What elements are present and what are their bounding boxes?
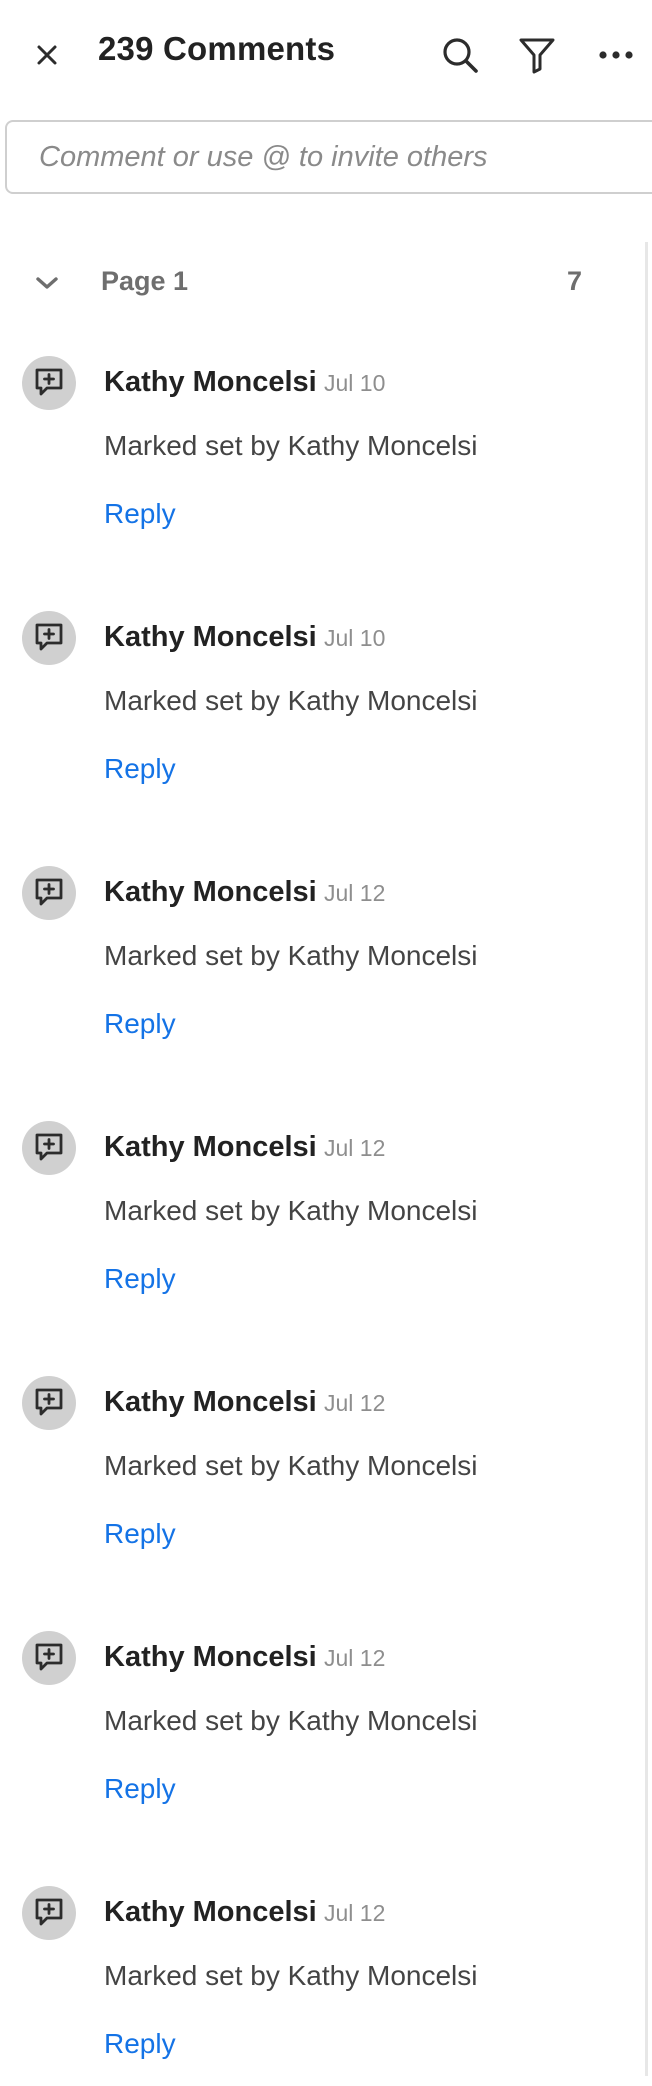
avatar [22,1631,76,1685]
filter-icon [519,38,555,74]
reply-link[interactable]: Reply [104,1263,176,1295]
comment-item[interactable]: Kathy Moncelsi Jul 12 Marked set by Kath… [0,1631,640,1831]
comment-author: Kathy Moncelsi [104,1131,317,1163]
comment-add-icon [35,1388,63,1416]
reply-link[interactable]: Reply [104,753,176,785]
comment-input[interactable] [7,122,652,192]
avatar [22,866,76,920]
comment-text: Marked set by Kathy Moncelsi [104,1705,478,1736]
comment-author: Kathy Moncelsi [104,366,317,398]
comment-input-box [5,120,652,194]
comment-item[interactable]: Kathy Moncelsi Jul 12 Marked set by Kath… [0,1886,640,2086]
comment-date: Jul 12 [324,1390,386,1416]
comment-item[interactable]: Kathy Moncelsi Jul 10 Marked set by Kath… [0,356,640,556]
comment-date: Jul 12 [324,1900,386,1926]
comment-date: Jul 10 [324,370,386,396]
comment-text: Marked set by Kathy Moncelsi [104,430,478,461]
reply-link[interactable]: Reply [104,1008,176,1040]
comment-text: Marked set by Kathy Moncelsi [104,1195,478,1226]
comment-text: Marked set by Kathy Moncelsi [104,1450,478,1481]
collapse-toggle[interactable] [30,266,64,300]
panel-scrollbar-track[interactable] [645,242,648,2076]
comment-text: Marked set by Kathy Moncelsi [104,940,478,971]
comment-add-icon [35,1643,63,1671]
comment-add-icon [35,1133,63,1161]
comment-author: Kathy Moncelsi [104,876,317,908]
comment-item[interactable]: Kathy Moncelsi Jul 12 Marked set by Kath… [0,1121,640,1321]
search-icon [443,38,478,73]
reply-link[interactable]: Reply [104,498,176,530]
comment-date: Jul 12 [324,1135,386,1161]
comment-date: Jul 12 [324,1645,386,1671]
close-icon [37,45,57,65]
page-title: 239 Comments [98,30,336,67]
comment-author: Kathy Moncelsi [104,621,317,653]
more-options-button[interactable] [595,34,637,76]
comment-add-icon [35,878,63,906]
reply-link[interactable]: Reply [104,1518,176,1550]
comment-text: Marked set by Kathy Moncelsi [104,1960,478,1991]
avatar [22,611,76,665]
chevron-down-icon [36,277,58,289]
comment-add-icon [35,623,63,651]
page-group-count: 7 [566,266,582,296]
avatar [22,1121,76,1175]
comment-add-icon [35,1898,63,1926]
comments-header: 239 Comments [0,0,652,110]
reply-link[interactable]: Reply [104,1773,176,1805]
comment-item[interactable]: Kathy Moncelsi Jul 12 Marked set by Kath… [0,866,640,1066]
comment-date: Jul 10 [324,625,386,651]
comment-text: Marked set by Kathy Moncelsi [104,685,478,716]
comment-author: Kathy Moncelsi [104,1896,317,1928]
comment-add-icon [35,368,63,396]
avatar [22,356,76,410]
avatar [22,1376,76,1430]
filter-button[interactable] [516,34,558,76]
comment-author: Kathy Moncelsi [104,1641,317,1673]
page-group-header[interactable]: Page 1 7 [0,252,640,312]
comment-item[interactable]: Kathy Moncelsi Jul 12 Marked set by Kath… [0,1376,640,1576]
close-button[interactable] [28,36,66,74]
comment-date: Jul 12 [324,880,386,906]
comment-item[interactable]: Kathy Moncelsi Jul 10 Marked set by Kath… [0,611,640,811]
avatar [22,1886,76,1940]
search-button[interactable] [439,34,481,76]
page-group-label: Page 1 [101,266,189,296]
comment-author: Kathy Moncelsi [104,1386,317,1418]
more-icon [599,51,633,59]
reply-link[interactable]: Reply [104,2028,176,2060]
